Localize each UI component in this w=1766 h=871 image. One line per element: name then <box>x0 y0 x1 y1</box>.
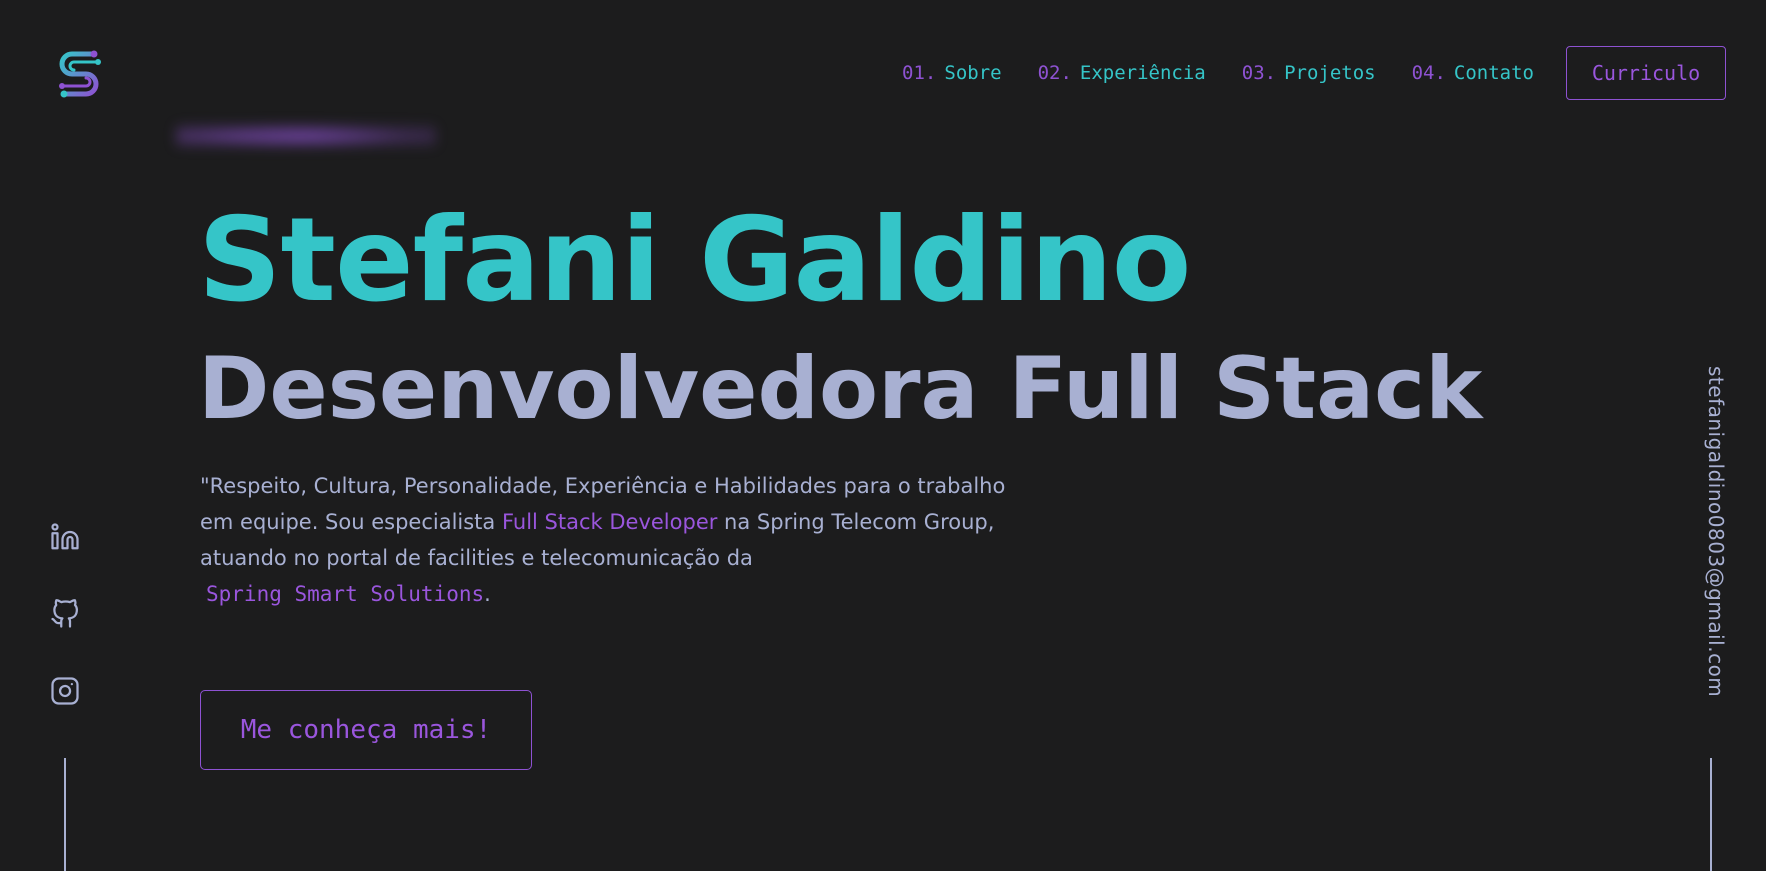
main-nav: 01. Sobre 02. Experiência 03. Projetos 0… <box>902 44 1726 102</box>
email-link[interactable]: stefanigaldino0803@gmail.com <box>1692 366 1728 706</box>
s-circuit-logo-icon <box>59 50 101 98</box>
nav-item-sobre[interactable]: 01. Sobre <box>902 44 1002 102</box>
instagram-icon <box>51 677 79 705</box>
nav-item-experiencia[interactable]: 02. Experiência <box>1038 44 1206 102</box>
left-divider-line <box>64 758 66 871</box>
hero-role: Desenvolvedora Full Stack <box>198 339 1483 439</box>
company-highlight: Spring Smart Solutions <box>206 582 485 606</box>
nav-item-projetos[interactable]: 03. Projetos <box>1242 44 1376 102</box>
linkedin-link[interactable] <box>48 520 82 554</box>
nav-label: Sobre <box>944 62 1002 84</box>
nav-item-contato[interactable]: 04. Contato <box>1412 44 1534 102</box>
nav-number: 02. <box>1037 62 1072 84</box>
hero-description: "Respeito, Cultura, Personalidade, Exper… <box>200 468 1020 612</box>
nav-number: 03. <box>1241 62 1277 84</box>
know-more-button[interactable]: Me conheça mais! <box>200 690 532 770</box>
role-highlight: Full Stack Developer <box>501 510 718 534</box>
nav-label: Contato <box>1453 62 1534 84</box>
linkedin-icon <box>51 523 79 550</box>
instagram-link[interactable] <box>48 674 82 708</box>
right-divider-line <box>1710 758 1712 871</box>
nav-label: Projetos <box>1284 62 1376 84</box>
social-sidebar <box>48 520 82 751</box>
hero-name: Stefani Galdino <box>198 193 1191 328</box>
nav-number: 04. <box>1411 62 1446 84</box>
description-end: . <box>484 582 491 606</box>
nav-number: 01. <box>902 62 937 84</box>
github-icon <box>51 599 78 628</box>
github-link[interactable] <box>48 597 82 631</box>
decorative-glow <box>176 118 436 148</box>
nav-label: Experiência <box>1079 62 1206 84</box>
logo[interactable] <box>52 44 108 100</box>
resume-button[interactable]: Curriculo <box>1566 46 1726 100</box>
